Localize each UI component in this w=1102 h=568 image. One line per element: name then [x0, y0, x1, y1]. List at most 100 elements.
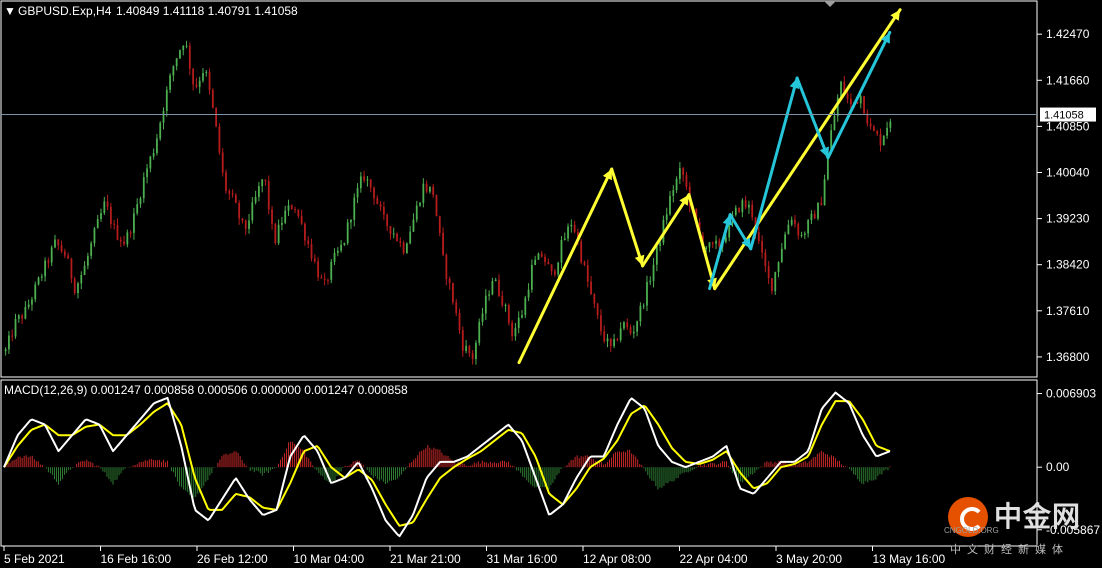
- candle-body: [725, 237, 727, 242]
- candle-body: [93, 228, 96, 244]
- candle-body: [350, 219, 352, 223]
- candle-body: [40, 276, 43, 278]
- chart-shift-marker-icon[interactable]: [824, 1, 836, 7]
- candle-body: [77, 283, 79, 294]
- candle-body: [642, 305, 645, 307]
- candle-body: [119, 239, 122, 242]
- candle-body: [44, 260, 47, 277]
- candle-body: [498, 279, 500, 297]
- candle-body: [211, 90, 214, 108]
- candle-body: [553, 271, 556, 275]
- candle-body: [534, 259, 537, 265]
- time-tick-label: 10 Mar 04:00: [294, 552, 365, 566]
- candle-body: [4, 349, 7, 352]
- candle-body: [705, 247, 708, 250]
- candle-body: [80, 274, 83, 284]
- candle-body: [780, 248, 783, 263]
- cyan-arrow: [749, 76, 799, 251]
- price-tick-label: 1.38420: [1046, 258, 1090, 272]
- candle-body: [784, 234, 787, 249]
- candle-body: [501, 296, 504, 306]
- candle-body: [317, 261, 319, 278]
- candle-body: [751, 204, 754, 218]
- candle-body: [744, 200, 747, 208]
- candle-body: [748, 204, 750, 208]
- candle-body: [777, 262, 780, 272]
- time-tick-label: 26 Feb 12:00: [197, 552, 268, 566]
- candle-body: [475, 342, 477, 360]
- candle-body: [708, 242, 711, 248]
- candle-body: [63, 251, 66, 256]
- candle-body: [96, 219, 99, 229]
- candle-body: [524, 297, 527, 315]
- candle-body: [547, 262, 550, 265]
- candle-body: [234, 194, 237, 203]
- candle-body: [685, 175, 688, 187]
- candle-body: [103, 201, 106, 214]
- candle-body: [21, 315, 23, 319]
- cyan-arrow: [708, 213, 732, 291]
- dropdown-triangle-icon[interactable]: ▼: [4, 4, 16, 18]
- candle-body: [849, 98, 852, 105]
- candle-body: [382, 206, 385, 215]
- price-tick-label: 1.39230: [1046, 212, 1090, 226]
- candle-body: [774, 271, 777, 292]
- candle-body: [34, 284, 37, 300]
- candle-body: [225, 172, 227, 191]
- candle-body: [136, 204, 139, 214]
- candle-body: [67, 255, 70, 259]
- candle-body: [379, 204, 382, 207]
- candle-body: [609, 338, 612, 347]
- candle-body: [333, 252, 336, 262]
- candle-body: [86, 255, 89, 266]
- candle-body: [652, 264, 655, 281]
- candle-body: [133, 213, 135, 233]
- candle-body: [678, 168, 681, 180]
- candle-body: [593, 294, 596, 304]
- candle-body: [281, 222, 283, 225]
- candle-body: [484, 295, 487, 314]
- candle-body: [442, 232, 444, 255]
- candle-body: [764, 252, 767, 267]
- price-chart[interactable]: 1.424701.416601.408501.400401.392301.384…: [0, 0, 1102, 568]
- candle-body: [507, 304, 510, 323]
- candle-body: [873, 126, 875, 131]
- candle-body: [649, 280, 652, 282]
- macd-plot-frame: [0, 379, 1038, 547]
- candle-body: [461, 330, 464, 351]
- time-tick-label: 3 May 20:00: [776, 552, 842, 566]
- price-tick-label: 1.42470: [1046, 27, 1090, 41]
- candle-body: [327, 279, 329, 281]
- candle-body: [221, 152, 224, 173]
- candle-body: [429, 186, 431, 192]
- candle-body: [123, 241, 125, 245]
- candle-body: [787, 224, 790, 235]
- candle-body: [73, 278, 76, 294]
- candle-body: [185, 45, 188, 47]
- candle-body: [438, 216, 441, 233]
- price-tick-label: 1.41660: [1046, 73, 1090, 87]
- candle-body: [149, 156, 152, 169]
- candle-body: [876, 130, 879, 134]
- candle-body: [886, 127, 888, 136]
- candle-body: [458, 313, 461, 331]
- candle-body: [356, 188, 359, 198]
- candle-body: [514, 328, 517, 337]
- yellow-arrow: [641, 193, 691, 268]
- candle-body: [761, 241, 763, 253]
- candle-body: [261, 179, 264, 187]
- candle-body: [711, 242, 714, 244]
- candle-body: [300, 215, 303, 224]
- candle-body: [767, 266, 770, 279]
- candle-body: [882, 135, 885, 146]
- candle-body: [800, 235, 803, 237]
- candle-body: [833, 116, 836, 131]
- candle-body: [606, 338, 609, 342]
- candle-body: [359, 176, 362, 189]
- candle-body: [323, 278, 326, 280]
- candle-body: [399, 241, 402, 243]
- candle-body: [540, 253, 543, 257]
- candle-body: [17, 315, 20, 319]
- candle-body: [820, 202, 823, 206]
- candle-body: [655, 245, 658, 265]
